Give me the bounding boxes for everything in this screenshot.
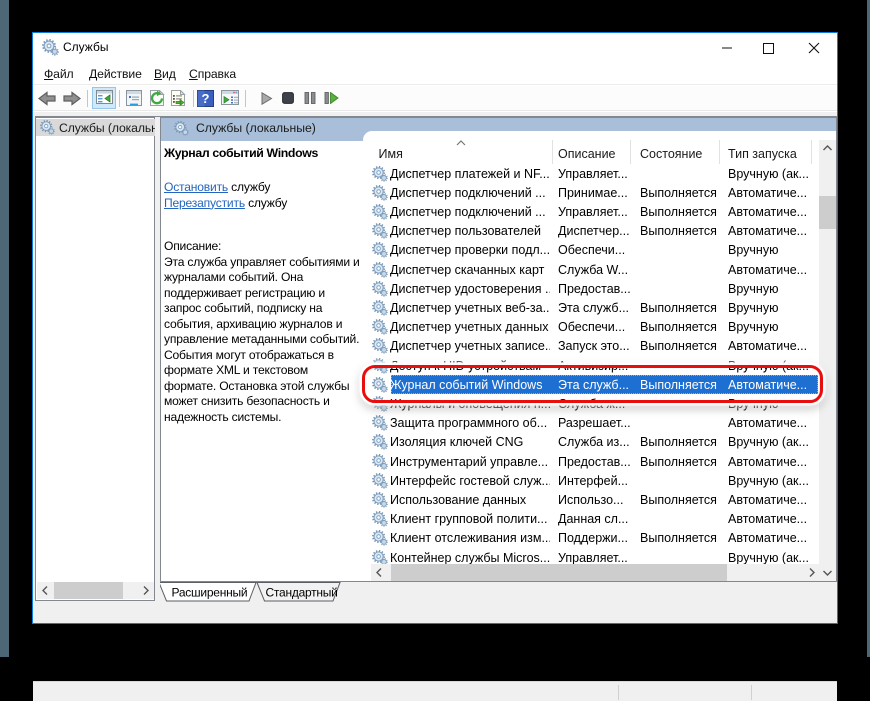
svg-text:Стандартный: Стандартный <box>266 586 338 600</box>
svg-text:?: ? <box>202 91 210 106</box>
svg-text:Расширенный: Расширенный <box>172 586 248 600</box>
